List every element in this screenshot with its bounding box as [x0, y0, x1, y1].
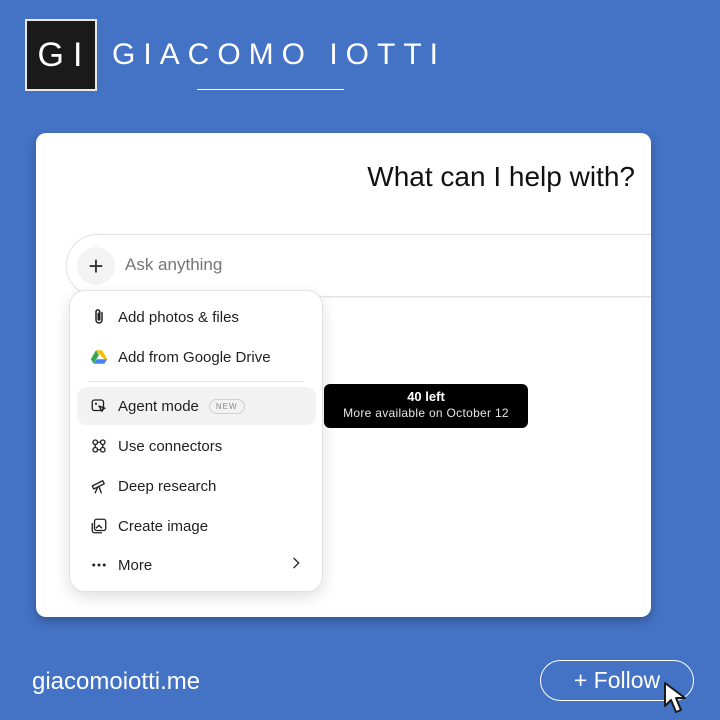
menu-item-connectors[interactable]: Use connectors [77, 427, 316, 465]
chat-card: What can I help with? + Add photos & fil… [36, 133, 651, 617]
dots-icon [89, 555, 109, 575]
add-button[interactable]: + [77, 247, 115, 285]
usage-tooltip: 40 left More available on October 12 [324, 384, 528, 428]
brand-logo: GI [25, 19, 97, 91]
composer: + [66, 234, 651, 297]
page-title: What can I help with? [367, 161, 635, 192]
menu-item-label: Deep research [118, 477, 217, 495]
menu-item-create-image[interactable]: Create image [77, 507, 316, 545]
menu-item-label: More [118, 556, 153, 574]
image-icon [89, 516, 109, 536]
ask-input[interactable] [125, 255, 525, 275]
google-drive-icon [89, 347, 109, 367]
menu-item-deep-research[interactable]: Deep research [77, 467, 316, 505]
mouse-cursor-icon [664, 682, 686, 713]
menu-item-add-photos[interactable]: Add photos & files [77, 298, 316, 336]
brand-underline [197, 89, 344, 90]
menu-item-label: Use connectors [118, 437, 223, 455]
telescope-icon [89, 476, 109, 496]
new-badge: NEW [208, 398, 245, 414]
connectors-icon [89, 436, 109, 456]
menu-divider [88, 381, 304, 382]
brand-name: GIACOMO IOTTI [112, 38, 446, 71]
chevron-right-icon [293, 557, 300, 569]
attach-menu: Add photos & files Add from Google Drive… [69, 290, 323, 592]
tooltip-count: 40 left [407, 389, 445, 404]
paperclip-icon [89, 307, 109, 327]
menu-item-label: Agent mode [118, 397, 199, 415]
agent-icon [89, 396, 109, 416]
menu-item-agent-mode[interactable]: Agent mode NEW [77, 387, 316, 425]
menu-item-label: Add photos & files [118, 308, 239, 326]
menu-item-more[interactable]: More [77, 546, 316, 584]
menu-item-label: Create image [118, 517, 209, 535]
tooltip-note: More available on October 12 [343, 406, 509, 420]
menu-item-google-drive[interactable]: Add from Google Drive [77, 338, 316, 376]
website-link[interactable]: giacomoiotti.me [32, 668, 200, 696]
menu-item-label: Add from Google Drive [118, 348, 271, 366]
